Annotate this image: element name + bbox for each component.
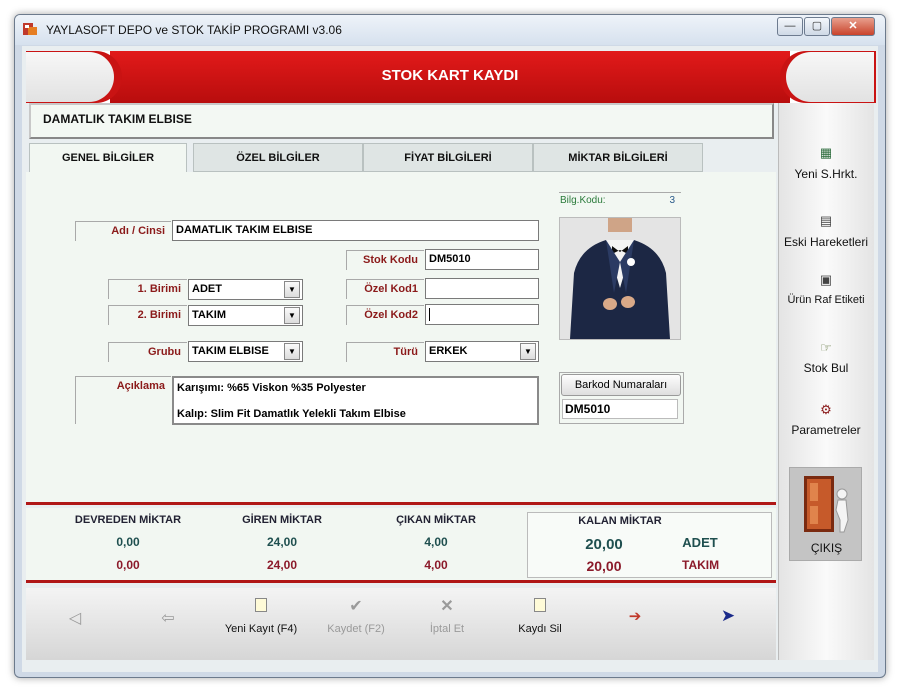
cancel-button[interactable]: ✕ İptal Et	[407, 596, 487, 640]
stok-kodu-label: Stok Kodu	[346, 250, 424, 270]
grubu-value: TAKIM ELBISE	[192, 345, 269, 357]
exit-label: ÇIKIŞ	[810, 541, 843, 555]
ozel-kod2-label: Özel Kod2	[346, 305, 424, 325]
grubu-dropdown-icon[interactable]: ▼	[284, 343, 300, 360]
new-movement-icon: ▦	[819, 145, 833, 160]
cancel-x-icon: ✕	[440, 598, 454, 615]
exit-button[interactable]: ÇIKIŞ	[789, 467, 862, 561]
exit-door-icon	[804, 476, 849, 533]
cikan-label: ÇIKAN MİKTAR	[396, 514, 476, 526]
summary-bottom-border	[26, 580, 776, 583]
check-icon: ✔	[349, 598, 363, 615]
birim2-label: 2. Birimi	[108, 305, 187, 325]
app-logo-icon	[22, 21, 38, 37]
cancel-label: İptal Et	[429, 623, 465, 635]
save-label: Kaydet (F2)	[327, 623, 385, 635]
yeni-hrkt-label: Yeni S.Hrkt.	[794, 167, 858, 181]
stok-bul-label: Stok Bul	[803, 361, 849, 375]
new-record-button[interactable]: Yeni Kayıt (F4)	[221, 596, 301, 640]
birim1-value: ADET	[192, 283, 222, 295]
page-title: STOK KART KAYDI	[381, 67, 519, 84]
turu-label: Türü	[346, 342, 424, 362]
bilg-kodu-label: Bilg.Kodu:	[560, 195, 606, 206]
birim1-dropdown-icon[interactable]: ▼	[284, 281, 300, 298]
stok-kodu-input[interactable]: DM5010	[425, 249, 539, 270]
devreden-value-2: 0,00	[116, 558, 140, 572]
cikan-value-2: 4,00	[424, 558, 448, 572]
new-record-label: Yeni Kayıt (F4)	[224, 623, 298, 635]
close-button[interactable]: ✕	[831, 17, 875, 36]
last-record-icon[interactable]: ➤	[713, 606, 743, 626]
eski-hareketleri-label: Eski Hareketleri	[783, 235, 869, 249]
aciklama-line2: Kalıp: Slim Fit Damatlık Yelekli Takım E…	[177, 408, 406, 420]
kalan-unit-1: ADET	[682, 535, 718, 550]
eski-hareketleri-button[interactable]: ▤ Eski Hareketleri	[778, 213, 874, 253]
name-bar-value: DAMATLIK TAKIM ELBISE	[43, 112, 192, 126]
adi-input[interactable]: DAMATLIK TAKIM ELBISE	[172, 220, 539, 241]
bilg-kodu-value: 3	[669, 195, 675, 206]
giren-label: GİREN MİKTAR	[242, 514, 322, 526]
kalan-value-1: 20,00	[585, 536, 623, 553]
delete-record-label: Kaydı Sil	[518, 623, 562, 635]
product-photo[interactable]	[559, 217, 681, 340]
turu-dropdown-icon[interactable]: ▼	[520, 343, 536, 360]
kalan-value-2: 20,00	[586, 558, 622, 574]
turu-value: ERKEK	[429, 345, 468, 357]
printer-icon: ▣	[819, 272, 833, 287]
delete-record-button[interactable]: Kaydı Sil	[500, 596, 580, 640]
barkod-numaralari-button[interactable]: Barkod Numaraları	[561, 374, 681, 396]
tab-fiyat-bilgileri[interactable]: FİYAT BİLGİLERİ	[363, 143, 533, 172]
bottom-toolbar	[26, 588, 776, 660]
parametreler-button[interactable]: ⚙ Parametreler	[778, 402, 874, 442]
first-record-icon[interactable]: ◁	[60, 608, 90, 628]
maximize-button[interactable]: ▢	[804, 17, 830, 36]
tab-miktar-bilgileri[interactable]: MİKTAR BİLGİLERİ	[533, 143, 703, 172]
next-record-icon[interactable]: ➔	[620, 607, 650, 625]
tab-genel-bilgiler[interactable]: GENEL BİLGİLER	[29, 143, 187, 172]
settings-gear-icon: ⚙	[820, 402, 832, 417]
devreden-label: DEVREDEN MİKTAR	[74, 514, 182, 526]
aciklama-label: Açıklama	[75, 376, 171, 424]
ozel-kod2-input[interactable]	[425, 304, 539, 325]
right-action-panel	[778, 103, 874, 660]
header-left-ornament	[26, 52, 114, 102]
documents-icon: ▤	[819, 213, 833, 228]
ozel-kod1-label: Özel Kod1	[346, 279, 424, 299]
summary-top-border	[26, 502, 776, 505]
birim2-value: TAKIM	[192, 309, 227, 321]
text-cursor	[429, 307, 430, 321]
giren-value-2: 24,00	[266, 558, 298, 572]
bilg-kodu: Bilg.Kodu: 3	[559, 192, 681, 209]
birim1-label: 1. Birimi	[108, 279, 187, 299]
ozel-kod1-input[interactable]	[425, 278, 539, 299]
minimize-button[interactable]: —	[777, 17, 803, 36]
cikan-value-1: 4,00	[424, 535, 448, 549]
find-hand-icon: ☞	[820, 340, 832, 355]
tab-ozel-bilgiler[interactable]: ÖZEL BİLGİLER	[193, 143, 363, 172]
header-right-ornament	[786, 52, 874, 102]
kalan-unit-2: TAKIM	[682, 558, 720, 572]
devreden-value-1: 0,00	[116, 535, 140, 549]
delete-document-icon	[534, 598, 546, 612]
parametreler-label: Parametreler	[791, 423, 861, 437]
prev-record-icon[interactable]: ⇦	[153, 608, 183, 628]
aciklama-textarea[interactable]: Karışımı: %65 Viskon %35 Polyester Kalıp…	[172, 376, 539, 425]
kalan-label: KALAN MİKTAR	[578, 515, 662, 527]
urun-raf-etiketi-button[interactable]: ▣ Ürün Raf Etiketi	[778, 272, 874, 312]
grubu-label: Grubu	[108, 342, 187, 362]
urun-raf-etiketi-label: Ürün Raf Etiketi	[787, 294, 865, 306]
adi-label: Adı / Cinsi	[75, 221, 171, 241]
save-button[interactable]: ✔ Kaydet (F2)	[316, 596, 396, 640]
stok-bul-button[interactable]: ☞ Stok Bul	[778, 340, 874, 380]
new-document-icon	[255, 598, 267, 612]
birim2-dropdown-icon[interactable]: ▼	[284, 307, 300, 324]
yeni-stok-hareketi-button[interactable]: ▦ Yeni S.Hrkt.	[778, 145, 874, 185]
aciklama-line1: Karışımı: %65 Viskon %35 Polyester	[177, 382, 366, 394]
window-title: YAYLASOFT DEPO ve STOK TAKİP PROGRAMI v3…	[46, 23, 342, 37]
barkod-value[interactable]: DM5010	[562, 399, 678, 419]
giren-value-1: 24,00	[266, 535, 298, 549]
